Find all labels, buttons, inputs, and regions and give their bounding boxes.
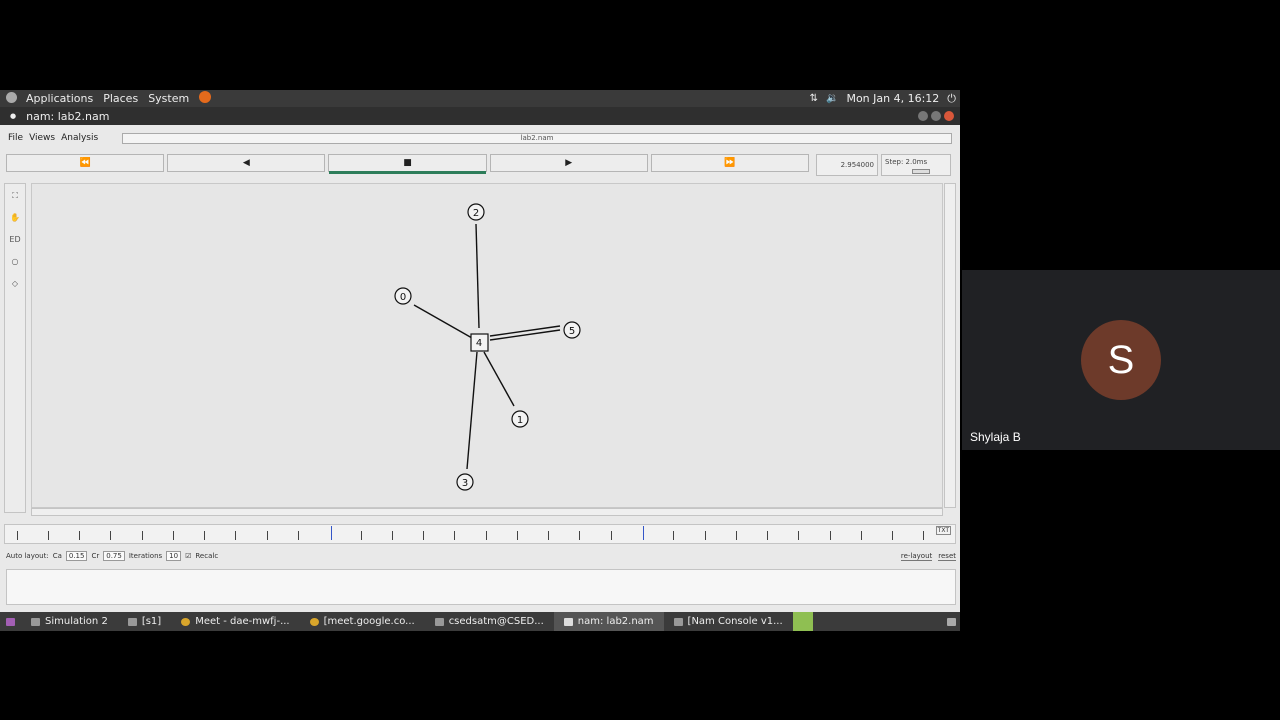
filename-display: lab2.nam [122, 133, 952, 144]
window-title: nam: lab2.nam [26, 109, 110, 123]
system-menus: Applications Places System [0, 90, 216, 107]
analysis-menu[interactable]: Analysis [61, 133, 98, 143]
chrome-icon [309, 617, 319, 626]
window-icon [563, 617, 573, 626]
zoom-icon[interactable]: ⛶ [8, 189, 22, 203]
link-4-1 [483, 351, 515, 407]
node-3-label: 3 [462, 478, 468, 489]
file-menu[interactable]: File [8, 133, 23, 143]
minimize-button[interactable] [918, 111, 928, 121]
network-icon[interactable]: ⇅ [810, 93, 818, 104]
node-5[interactable]: 5 [563, 321, 581, 339]
node-3[interactable]: 3 [456, 473, 474, 491]
maximize-button[interactable] [931, 111, 941, 121]
system-tray: ⇅ 🔉 Mon Jan 4, 16:12 ⏻ [810, 92, 960, 106]
playback-controls: ⏪ ◀ ■ ▶ ⏩ [6, 154, 812, 174]
play-forward-button[interactable]: ▶ [489, 154, 648, 172]
relayout-button[interactable]: re-layout [900, 552, 933, 561]
system-menu[interactable]: System [143, 92, 194, 105]
taskbar-item[interactable]: [s1] [118, 612, 171, 631]
window-icon [673, 617, 683, 626]
layout-buttons: re-layout reset [900, 552, 956, 561]
node-4-label: 4 [476, 338, 482, 349]
ca-input[interactable]: 0.15 [65, 551, 88, 561]
link-4-2 [475, 223, 480, 329]
taskbar: Simulation 2 [s1] Meet - dae-mwfj-... [m… [0, 612, 960, 631]
power-icon[interactable]: ⏻ [947, 92, 956, 106]
annotation-console[interactable] [6, 569, 956, 605]
taskbar-item[interactable]: Simulation 2 [21, 612, 118, 631]
auto-layout-row: Auto layout: Ca 0.15 Cr 0.75 Iterations … [6, 550, 956, 562]
canvas-vertical-scrollbar[interactable] [944, 183, 956, 508]
step-slider[interactable] [912, 169, 930, 174]
participant-tile: S Shylaja B [962, 270, 1280, 450]
ubuntu-logo-icon[interactable] [0, 91, 21, 106]
iterations-input[interactable]: 10 [166, 551, 182, 561]
hand-icon[interactable]: ✋ [8, 211, 22, 225]
node-2-label: 2 [473, 208, 479, 219]
canvas-horizontal-scrollbar[interactable] [31, 508, 943, 516]
taskbar-item[interactable]: csedsatm@CSED... [425, 612, 554, 631]
close-button[interactable] [944, 111, 954, 121]
taskbar-item[interactable]: [Nam Console v1... [664, 612, 793, 631]
diamond-icon[interactable]: ◇ [8, 277, 22, 291]
trash-icon[interactable] [943, 612, 960, 631]
fast-forward-button[interactable]: ⏩ [650, 154, 810, 172]
taskbar-item[interactable]: Meet - dae-mwfj-... [171, 612, 299, 631]
network-canvas[interactable]: 2 0 4 5 1 3 [31, 183, 943, 508]
node-4[interactable]: 4 [470, 333, 489, 352]
node-0-label: 0 [400, 292, 406, 303]
ca-label: Ca [52, 552, 62, 560]
circle-icon[interactable]: ○ [8, 255, 22, 269]
screen: Applications Places System ⇅ 🔉 Mon Jan 4… [0, 0, 1280, 720]
shared-desktop: Applications Places System ⇅ 🔉 Mon Jan 4… [0, 90, 960, 631]
firefox-icon[interactable] [194, 91, 216, 106]
link-4-3 [466, 351, 478, 470]
recalc-checkbox[interactable]: ☑ [185, 552, 191, 560]
taskbar-item-active[interactable]: nam: lab2.nam [553, 612, 664, 631]
places-menu[interactable]: Places [98, 92, 143, 105]
taskbar-item[interactable]: [meet.google.co... [300, 612, 425, 631]
show-desktop-button[interactable] [0, 612, 21, 631]
reset-button[interactable]: reset [938, 552, 956, 561]
recalc-label: Recalc [195, 552, 219, 560]
window-title-bar: ● nam: lab2.nam [0, 107, 960, 125]
cr-input[interactable]: 0.75 [103, 551, 125, 561]
participant-name: Shylaja B [970, 430, 1021, 444]
node-1[interactable]: 1 [511, 410, 529, 428]
timeline-tag[interactable]: TXT [935, 526, 951, 535]
clock[interactable]: Mon Jan 4, 16:12 [846, 92, 939, 105]
auto-layout-label: Auto layout: [6, 552, 49, 560]
applications-menu[interactable]: Applications [21, 92, 98, 105]
play-backward-button[interactable]: ◀ [167, 154, 326, 172]
node-5-label: 5 [569, 326, 575, 337]
cr-label: Cr [91, 552, 100, 560]
step-label: Step: 2.0ms [885, 158, 928, 166]
folder-icon [127, 617, 137, 626]
time-display: 2.954000 [816, 154, 878, 176]
system-top-bar: Applications Places System ⇅ 🔉 Mon Jan 4… [0, 90, 960, 107]
node-0[interactable]: 0 [394, 287, 412, 305]
rewind-fast-button[interactable]: ⏪ [6, 154, 165, 172]
participant-avatar: S [1081, 320, 1161, 400]
chrome-icon [181, 617, 191, 626]
topology-svg: 2 0 4 5 1 3 [394, 203, 581, 491]
window-buttons [918, 111, 960, 121]
terminal-icon [434, 617, 444, 626]
link-4-0 [413, 304, 473, 339]
iterations-label: Iterations [128, 552, 163, 560]
edit-tools: ⛶ ✋ ED ○ ◇ [4, 183, 26, 513]
edit-icon[interactable]: ED [8, 233, 22, 247]
node-1-label: 1 [517, 415, 523, 426]
step-control: Step: 2.0ms [881, 154, 951, 176]
views-menu[interactable]: Views [29, 133, 55, 143]
window-menu-icon[interactable]: ● [10, 112, 16, 120]
node-2[interactable]: 2 [467, 203, 485, 221]
volume-icon[interactable]: 🔉 [826, 93, 838, 104]
timeline-slider[interactable]: TXT [4, 524, 956, 544]
stop-button[interactable]: ■ [328, 154, 487, 174]
window-icon [31, 617, 40, 626]
taskbar-item-extra[interactable] [792, 612, 813, 631]
